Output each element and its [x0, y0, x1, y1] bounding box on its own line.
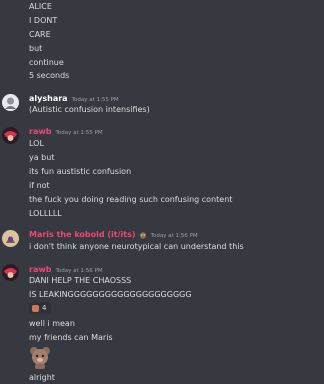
- message-line: the fuck you doing reading such confusin…: [29, 195, 233, 204]
- timestamp: Today at 1:55 PM: [71, 97, 119, 103]
- author-name[interactable]: Maris the kobold (it/its): [29, 230, 136, 239]
- bear-sticker-icon: [29, 346, 51, 370]
- reaction-pill[interactable]: 4: [29, 302, 51, 314]
- author-name[interactable]: rawb: [29, 127, 51, 136]
- message-line: but: [29, 44, 43, 53]
- avatar[interactable]: [2, 264, 19, 281]
- message-line: LOLLLLL: [29, 209, 62, 218]
- user-avatar-icon: [2, 264, 19, 281]
- timestamp: Today at 1:56 PM: [150, 233, 198, 239]
- message-line: DANI HELP THE CHAOSSS: [29, 276, 132, 285]
- author-name[interactable]: alyshara: [29, 94, 68, 103]
- message-line: I DONT: [29, 16, 58, 25]
- avatar[interactable]: [2, 230, 19, 247]
- avatar[interactable]: [2, 94, 19, 111]
- reaction-count: 4: [42, 304, 47, 312]
- author-name[interactable]: rawb: [29, 265, 51, 274]
- user-avatar-icon: [2, 230, 19, 247]
- message-line: (Autistic confusion intensifies): [29, 105, 150, 114]
- chat-log: ALICE I DONT CARE but continue 5 seconds…: [0, 0, 324, 384]
- message-line: my friends can Maris: [29, 333, 113, 342]
- user-avatar-icon: [2, 127, 19, 144]
- message-line: 5 seconds: [29, 71, 70, 80]
- emoji-badge-icon: [139, 231, 147, 239]
- message-line: its fun austistic confusion: [29, 167, 132, 176]
- message-line: alright: [29, 373, 55, 382]
- message-line: LOL: [29, 139, 44, 148]
- avatar[interactable]: [2, 127, 19, 144]
- message-line: ya but: [29, 153, 55, 162]
- timestamp: Today at 1:56 PM: [55, 268, 103, 274]
- timestamp: Today at 1:55 PM: [55, 130, 103, 136]
- message-line: ALICE: [29, 2, 52, 11]
- message-line: IS LEAKINGGGGGGGGGGGGGGGGGGGG: [29, 290, 192, 299]
- user-avatar-icon: [2, 94, 19, 111]
- message-line: well i mean: [29, 319, 75, 328]
- message-line: if not: [29, 181, 50, 190]
- message-line: i don't think anyone neurotypical can un…: [29, 242, 244, 251]
- message-line: CARE: [29, 30, 51, 39]
- message-line: continue: [29, 58, 64, 67]
- reaction-emoji-icon: [32, 304, 39, 312]
